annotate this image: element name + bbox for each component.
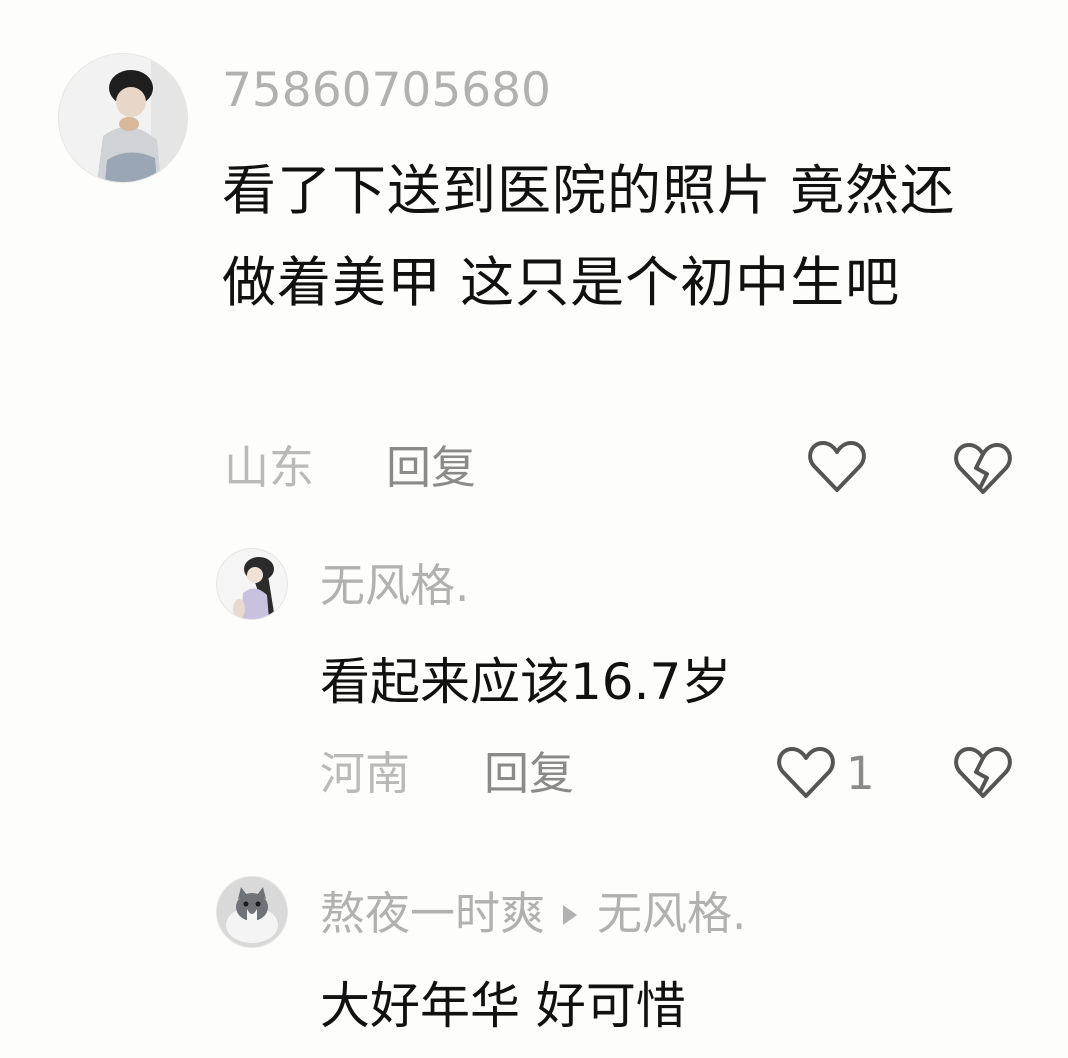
comment-text: 大好年华 好可惜 [320,977,686,1035]
avatar[interactable] [216,876,288,948]
reply-to-username[interactable]: 无风格. [597,887,746,940]
reply-comment: 熬夜一时爽 无风格. 大好年华 好可惜 [0,0,1068,1058]
triangle-right-icon [563,905,578,925]
cat-avatar-image [217,877,287,947]
username-line: 熬夜一时爽 无风格. [320,886,746,942]
username[interactable]: 熬夜一时爽 [320,887,545,940]
